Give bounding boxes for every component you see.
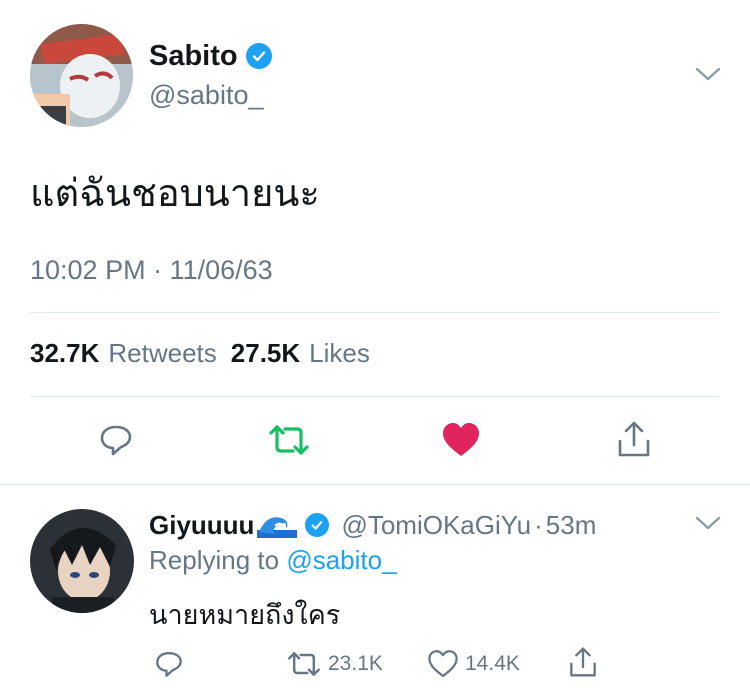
avatar-image bbox=[30, 509, 134, 613]
handle[interactable]: @TomiOKaGiYu bbox=[341, 510, 531, 541]
retweet-count: 23.1K bbox=[328, 652, 383, 675]
retweet-button[interactable] bbox=[266, 420, 312, 460]
like-count: 14.4K bbox=[465, 652, 520, 675]
main-tweet: Sabito @sabito_ แต่ฉันชอบนายนะ 10:02 PM … bbox=[0, 0, 750, 484]
share-icon bbox=[618, 421, 650, 457]
likes-label[interactable]: Likes bbox=[309, 338, 370, 369]
display-name[interactable]: Giyuuuu bbox=[149, 510, 254, 541]
share-button[interactable] bbox=[566, 643, 600, 681]
reply-icon bbox=[100, 425, 132, 456]
reply-icon bbox=[156, 652, 182, 677]
likes-count[interactable]: 27.5K bbox=[231, 338, 300, 369]
retweets-count[interactable]: 32.7K bbox=[30, 338, 99, 369]
tweet-text: นายหมายถึงใคร bbox=[149, 600, 341, 630]
retweet-icon bbox=[269, 425, 309, 455]
like-button[interactable] bbox=[440, 420, 482, 460]
display-name[interactable]: Sabito bbox=[149, 40, 238, 73]
avatar[interactable] bbox=[30, 509, 134, 613]
verified-badge-icon bbox=[245, 43, 272, 69]
retweet-icon bbox=[288, 652, 320, 676]
share-icon bbox=[570, 647, 596, 677]
tweet-text: แต่ฉันชอบนายนะ bbox=[30, 173, 320, 215]
like-button[interactable]: 14.4K bbox=[427, 647, 520, 681]
reply-header-row: Giyuuuu @TomiOKaGiYu · 53m bbox=[149, 507, 596, 543]
timestamp[interactable]: 10:02 PM · 11/06/63 bbox=[30, 255, 273, 286]
chevron-down-icon[interactable] bbox=[692, 511, 724, 535]
reply-tweet[interactable]: Giyuuuu @TomiOKaGiYu · 53m Replying to @… bbox=[0, 485, 750, 697]
replying-prefix: Replying to bbox=[149, 545, 280, 575]
reply-button[interactable] bbox=[96, 420, 136, 460]
retweets-label[interactable]: Retweets bbox=[108, 338, 216, 369]
divider bbox=[30, 396, 720, 397]
like-icon bbox=[428, 650, 458, 678]
replying-to-handle[interactable]: @sabito_ bbox=[286, 545, 396, 575]
wave-emoji bbox=[257, 512, 298, 538]
avatar-image bbox=[30, 24, 133, 127]
handle[interactable]: @sabito_ bbox=[149, 80, 263, 111]
divider bbox=[30, 312, 720, 313]
verified-badge-icon bbox=[305, 513, 330, 537]
like-icon bbox=[443, 423, 479, 456]
reply-button[interactable] bbox=[152, 647, 186, 681]
replying-to: Replying to @sabito_ bbox=[149, 545, 397, 576]
retweet-button[interactable]: 23.1K bbox=[286, 647, 383, 681]
share-button[interactable] bbox=[614, 418, 654, 460]
main-name-row: Sabito bbox=[149, 38, 272, 74]
tweet-stats: 32.7K Retweets 27.5K Likes bbox=[30, 338, 370, 369]
chevron-down-icon[interactable] bbox=[692, 62, 724, 86]
avatar[interactable] bbox=[30, 24, 133, 127]
time-ago[interactable]: 53m bbox=[546, 510, 597, 541]
separator: · bbox=[534, 509, 543, 540]
